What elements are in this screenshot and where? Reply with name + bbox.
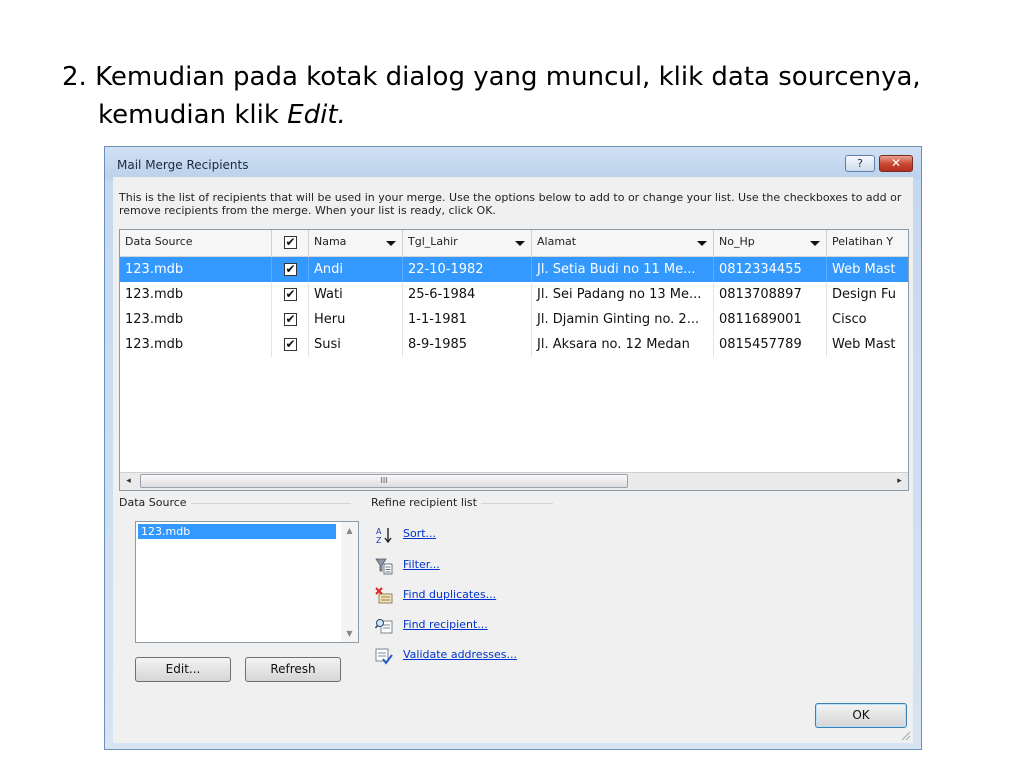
column-header-no-hp-label: No_Hp: [719, 235, 755, 248]
scroll-thumb[interactable]: III: [140, 474, 628, 488]
edit-button[interactable]: Edit...: [135, 657, 231, 682]
cell-tgl-lahir: 1-1-1981: [403, 307, 532, 332]
column-header-nama-label: Nama: [314, 235, 347, 248]
cell-no-hp: 0813708897: [714, 282, 827, 307]
find-recipient-link[interactable]: Find recipient...: [403, 618, 488, 631]
mail-merge-recipients-dialog: Mail Merge Recipients ? ✕ This is the li…: [104, 146, 922, 750]
cell-tgl-lahir: 22-10-1982: [403, 257, 532, 282]
cell-data-source: 123.mdb: [120, 332, 272, 357]
dialog-title: Mail Merge Recipients: [117, 158, 249, 172]
cell-no-hp: 0812334455: [714, 257, 827, 282]
column-header-alamat-label: Alamat: [537, 235, 577, 248]
cell-checkbox[interactable]: [272, 282, 309, 307]
svg-text:A: A: [376, 527, 382, 536]
dialog-client-area: This is the list of recipients that will…: [113, 177, 913, 743]
cell-tgl-lahir: 25-6-1984: [403, 282, 532, 307]
cell-pelatihan: Cisco: [827, 307, 908, 332]
instruction-line-2-prefix: kemudian klik: [98, 100, 288, 130]
cell-checkbox[interactable]: [272, 332, 309, 357]
column-header-tgl-lahir[interactable]: Tgl_Lahir: [403, 230, 532, 256]
sort-link[interactable]: Sort...: [403, 527, 436, 540]
cell-no-hp: 0815457789: [714, 332, 827, 357]
table-row[interactable]: 123.mdb Andi 22-10-1982 Jl. Setia Budi n…: [120, 257, 908, 282]
include-checkbox[interactable]: [283, 286, 297, 302]
cell-pelatihan: Design Fu: [827, 282, 908, 307]
data-source-list[interactable]: 123.mdb ▲ ▼: [135, 521, 359, 643]
scroll-left-icon[interactable]: ◂: [120, 473, 137, 490]
table-row[interactable]: 123.mdb Susi 8-9-1985 Jl. Aksara no. 12 …: [120, 332, 908, 357]
grid-header: Data Source Nama Tgl_Lahir Alamat No_Hp …: [120, 230, 908, 257]
scroll-right-icon[interactable]: ▸: [891, 473, 908, 490]
data-source-group-label: Data Source: [119, 496, 191, 509]
cell-no-hp: 0811689001: [714, 307, 827, 332]
column-header-nama[interactable]: Nama: [309, 230, 403, 256]
cell-data-source: 123.mdb: [120, 307, 272, 332]
cell-alamat: Jl. Setia Budi no 11 Me...: [532, 257, 714, 282]
scroll-down-icon[interactable]: ▼: [341, 625, 358, 642]
ok-button[interactable]: OK: [815, 703, 907, 728]
column-header-data-source[interactable]: Data Source: [120, 230, 272, 256]
scroll-up-icon[interactable]: ▲: [341, 522, 358, 539]
check-all-checkbox[interactable]: [283, 234, 297, 250]
cell-nama: Susi: [309, 332, 403, 357]
cell-alamat: Jl. Djamin Ginting no. 2...: [532, 307, 714, 332]
cell-alamat: Jl. Sei Padang no 13 Me...: [532, 282, 714, 307]
cell-checkbox[interactable]: [272, 257, 309, 282]
help-button[interactable]: ?: [845, 155, 875, 172]
cell-checkbox[interactable]: [272, 307, 309, 332]
instruction-line-1: 2. Kemudian pada kotak dialog yang muncu…: [62, 62, 921, 92]
include-checkbox[interactable]: [283, 261, 297, 277]
include-checkbox[interactable]: [283, 311, 297, 327]
column-header-pelatihan[interactable]: Pelatihan Y: [827, 230, 908, 256]
cell-alamat: Jl. Aksara no. 12 Medan: [532, 332, 714, 357]
cell-nama: Andi: [309, 257, 403, 282]
instruction-line-2: kemudian klik Edit.: [62, 96, 1002, 134]
cell-nama: Heru: [309, 307, 403, 332]
column-header-tgl-lahir-label: Tgl_Lahir: [408, 235, 458, 248]
cell-nama: Wati: [309, 282, 403, 307]
resize-grip-icon[interactable]: [899, 729, 911, 741]
validate-addresses-link[interactable]: Validate addresses...: [403, 648, 517, 661]
data-source-vertical-scrollbar[interactable]: ▲ ▼: [341, 522, 358, 642]
cell-data-source: 123.mdb: [120, 257, 272, 282]
table-row[interactable]: 123.mdb Heru 1-1-1981 Jl. Djamin Ginting…: [120, 307, 908, 332]
table-row[interactable]: 123.mdb Wati 25-6-1984 Jl. Sei Padang no…: [120, 282, 908, 307]
dialog-description: This is the list of recipients that will…: [119, 191, 902, 217]
dialog-titlebar[interactable]: Mail Merge Recipients ? ✕: [105, 147, 921, 177]
instruction-edit-word: Edit.: [287, 100, 346, 130]
column-header-no-hp[interactable]: No_Hp: [714, 230, 827, 256]
slide-instruction: 2. Kemudian pada kotak dialog yang muncu…: [62, 58, 1002, 134]
refresh-button[interactable]: Refresh: [245, 657, 341, 682]
validate-addresses-icon: [375, 648, 393, 665]
svg-text:Z: Z: [376, 536, 382, 544]
cell-tgl-lahir: 8-9-1985: [403, 332, 532, 357]
column-header-check-all[interactable]: [272, 230, 309, 256]
find-recipient-icon: [375, 619, 393, 634]
refine-group-label: Refine recipient list: [371, 496, 481, 509]
include-checkbox[interactable]: [283, 336, 297, 352]
sort-dropdown-icon[interactable]: [697, 241, 707, 246]
cell-pelatihan: Web Mast: [827, 257, 908, 282]
horizontal-scrollbar[interactable]: ◂ III ▸: [120, 472, 908, 490]
cell-pelatihan: Web Mast: [827, 332, 908, 357]
recipients-grid: Data Source Nama Tgl_Lahir Alamat No_Hp …: [119, 229, 909, 491]
data-source-item[interactable]: 123.mdb: [138, 524, 336, 539]
sort-az-icon: A Z: [376, 527, 392, 544]
find-duplicates-link[interactable]: Find duplicates...: [403, 588, 496, 601]
sort-dropdown-icon[interactable]: [810, 241, 820, 246]
sort-dropdown-icon[interactable]: [515, 241, 525, 246]
find-duplicates-icon: [375, 587, 393, 604]
cell-data-source: 123.mdb: [120, 282, 272, 307]
column-header-alamat[interactable]: Alamat: [532, 230, 714, 256]
filter-link[interactable]: Filter...: [403, 558, 440, 571]
sort-dropdown-icon[interactable]: [386, 241, 396, 246]
filter-icon: [375, 558, 393, 575]
close-button[interactable]: ✕: [879, 155, 913, 172]
